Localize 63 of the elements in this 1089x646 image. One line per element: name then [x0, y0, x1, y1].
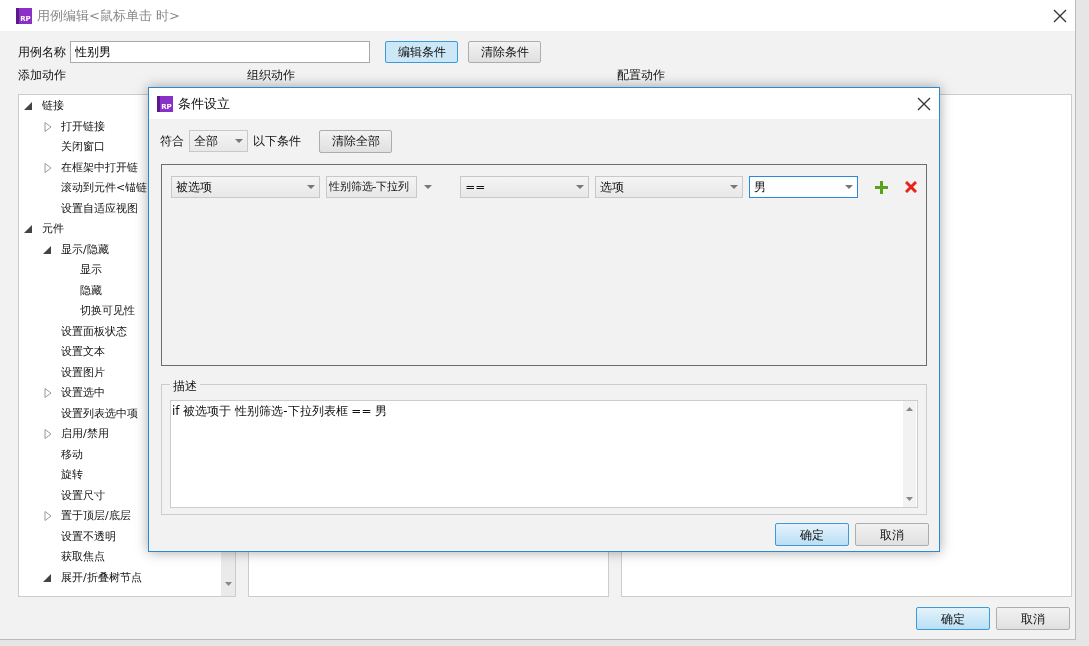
condition-select[interactable]: 选项: [594, 176, 744, 198]
tree-item[interactable]: 在框架中打开链: [61, 159, 138, 176]
tree-item[interactable]: 设置文本: [61, 344, 105, 361]
tree-item[interactable]: 链接: [42, 98, 64, 115]
tree-item[interactable]: 显示/隐藏: [61, 241, 109, 258]
tree-item[interactable]: 打开链接: [61, 118, 105, 135]
tree-item[interactable]: 设置不透明: [61, 528, 116, 545]
dialog-title: 条件设立: [178, 94, 230, 113]
tree-item[interactable]: 启用/禁用: [61, 426, 109, 443]
scrollbar[interactable]: [903, 401, 916, 507]
delete-icon: [905, 181, 917, 193]
description-field[interactable]: if 被选项于 性别筛选-下拉列表框 == 男: [170, 400, 918, 508]
field-label: 符合: [160, 133, 184, 150]
tree-item[interactable]: 切换可见性: [80, 303, 135, 320]
caret-icon: [845, 185, 853, 189]
condition-select[interactable]: 被选项: [171, 176, 320, 198]
toolbar-button[interactable]: 清除条件: [468, 41, 541, 63]
tree-item[interactable]: 获取焦点: [61, 549, 105, 566]
window-title: 用例编辑<鼠标单击 时>: [37, 6, 180, 25]
caret-icon: [575, 185, 584, 189]
field-label: 以下条件: [253, 133, 301, 150]
condition-select[interactable]: 男: [749, 176, 858, 198]
match-select[interactable]: 全部: [189, 130, 248, 152]
condition-field[interactable]: 性别筛选-下拉列: [325, 176, 418, 198]
section-heading: 组织动作: [247, 68, 296, 82]
clear-all-button[interactable]: 清除全部: [319, 129, 392, 153]
caret-icon: [306, 185, 315, 189]
tree-item[interactable]: 元件: [42, 221, 64, 238]
tree-item[interactable]: 设置图片: [61, 364, 105, 381]
group-label: 描述: [170, 377, 200, 395]
field-label: 用例名称: [18, 44, 66, 61]
close-icon: [1053, 8, 1067, 23]
tree-item[interactable]: 移动: [61, 446, 83, 463]
case-name-field[interactable]: 性别男: [70, 41, 370, 63]
tree-item[interactable]: 设置尺寸: [61, 487, 105, 504]
tree-item[interactable]: 旋转: [61, 467, 83, 484]
tree-item[interactable]: 设置自适应视图: [61, 200, 138, 217]
dropdown-caret-icon: [424, 185, 433, 189]
add-icon: [875, 180, 888, 194]
scroll-up-icon: [906, 407, 913, 411]
caret-icon: [730, 185, 739, 189]
tree-item[interactable]: 置于顶层/底层: [61, 508, 131, 525]
section-heading: 配置动作: [616, 68, 665, 82]
tree-item[interactable]: 显示: [80, 262, 102, 279]
dialog-button[interactable]: 取消: [855, 523, 929, 546]
tree-item[interactable]: 隐藏: [80, 282, 102, 299]
tree-item[interactable]: 设置列表选中项: [61, 405, 138, 422]
dialog-button[interactable]: 确定: [916, 607, 990, 630]
scroll-down-icon: [906, 497, 913, 501]
tree-item[interactable]: 设置面板状态: [61, 323, 127, 340]
scroll-down-icon: [225, 582, 232, 586]
dialog-button[interactable]: 确定: [775, 523, 849, 546]
section-heading: 添加动作: [18, 68, 66, 82]
description-text: if 被选项于 性别筛选-下拉列表框 == 男: [172, 404, 388, 418]
caret-icon: [235, 139, 243, 143]
tree-item[interactable]: 关闭窗口: [61, 139, 105, 156]
dialog-button[interactable]: 取消: [996, 607, 1070, 630]
close-icon: [917, 96, 931, 111]
tree-item[interactable]: 滚动到元件<锚链: [61, 180, 148, 197]
condition-select[interactable]: ==: [460, 176, 589, 198]
tree-item[interactable]: 设置选中: [61, 385, 105, 402]
tree-item[interactable]: 展开/折叠树节点: [61, 569, 142, 586]
toolbar-button[interactable]: 编辑条件: [385, 41, 458, 63]
